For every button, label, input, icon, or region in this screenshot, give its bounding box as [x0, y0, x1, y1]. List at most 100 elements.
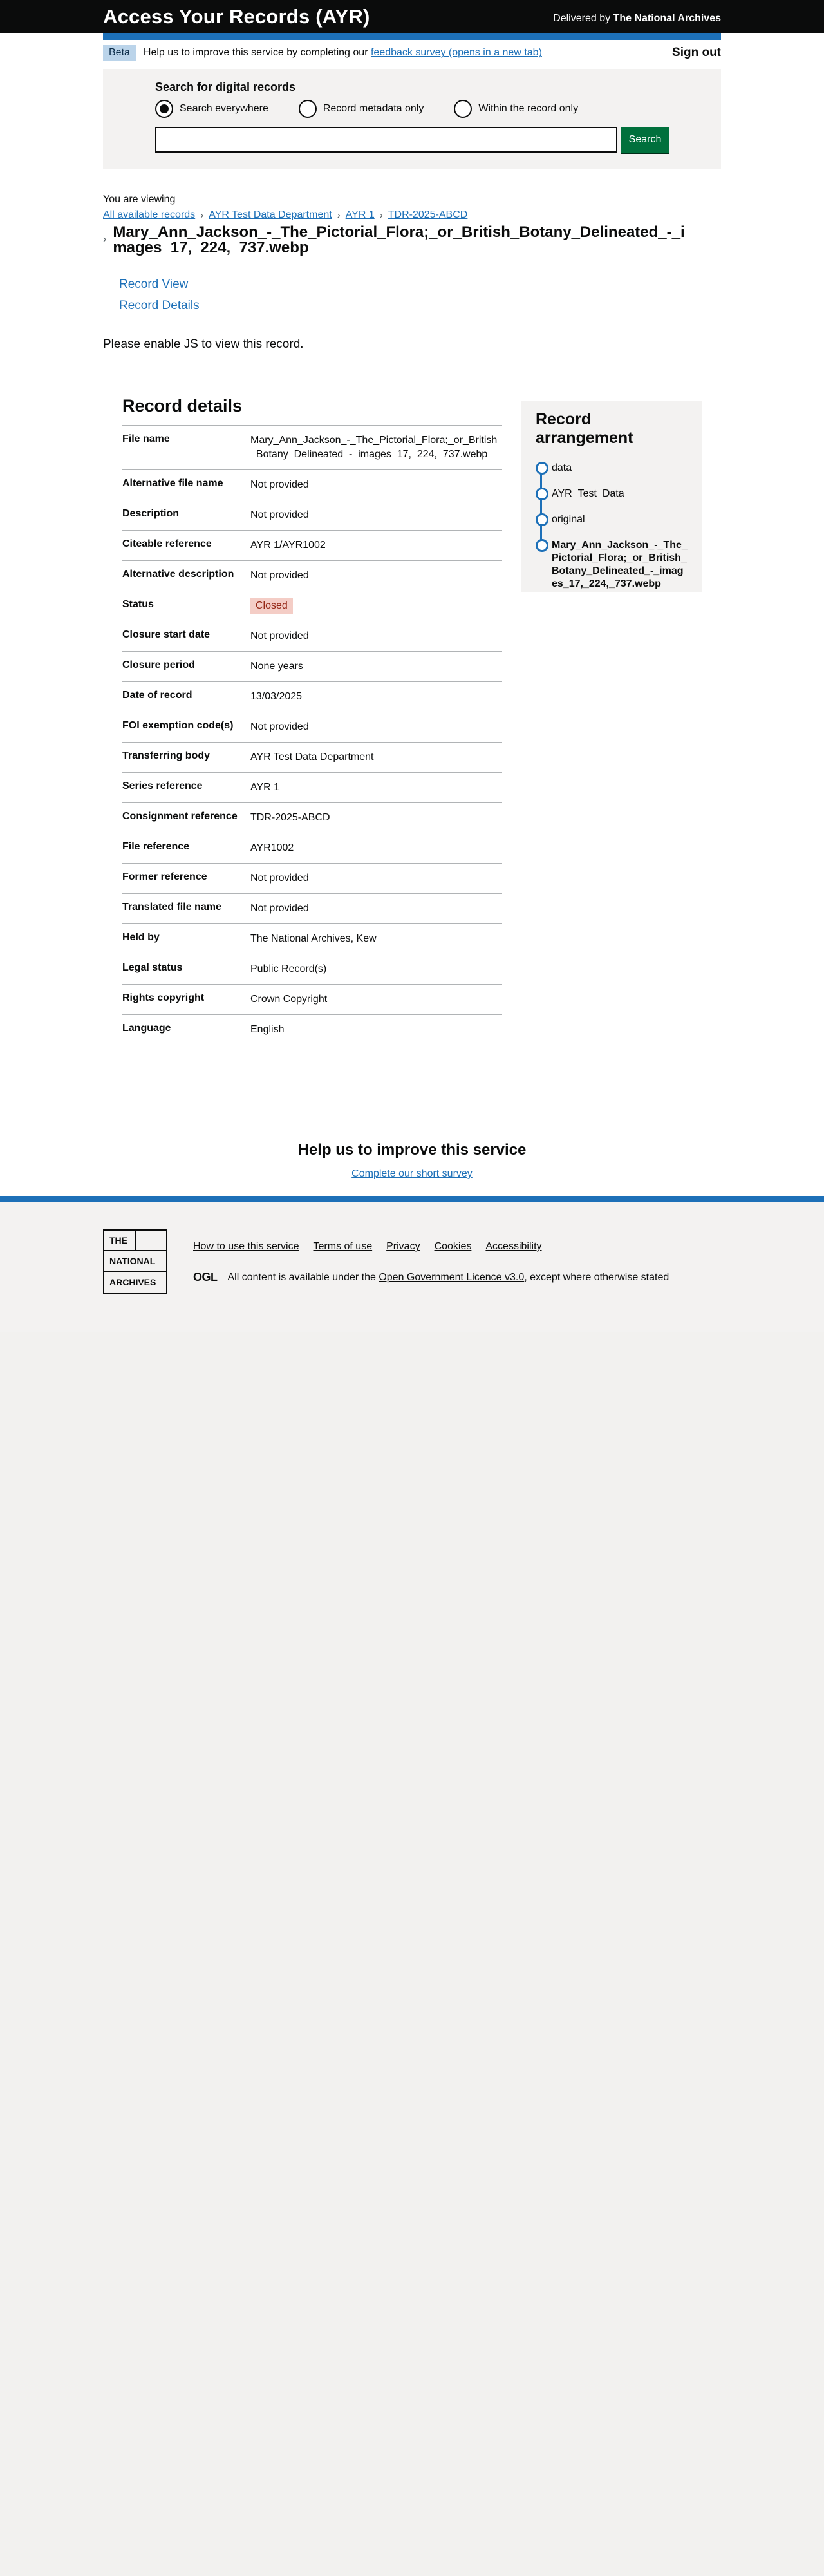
delivered-by-org: The National Archives — [613, 13, 721, 24]
details-row: File reference AYR1002 — [122, 833, 502, 863]
details-row-value: Not provided — [250, 721, 309, 732]
details-row-key: Former reference — [122, 871, 207, 882]
footer-links: How to use this service Terms of use Pri… — [193, 1241, 669, 1253]
footer-link-how-to-use[interactable]: How to use this service — [193, 1241, 299, 1253]
details-row-key: File name — [122, 433, 170, 444]
you-are-viewing: You are viewing — [103, 194, 176, 205]
chevron-right-icon: › — [200, 209, 204, 221]
details-row-key: File reference — [122, 841, 190, 852]
record-details-heading: Record details — [122, 396, 243, 415]
logo-box — [135, 1231, 166, 1251]
details-row: Closure period None years — [122, 651, 502, 681]
radio-unchecked-icon[interactable] — [298, 100, 317, 118]
details-row-key: Language — [122, 1023, 171, 1034]
details-row: Former reference Not provided — [122, 863, 502, 893]
search-label: Search for digital records — [155, 80, 296, 93]
record-details-link[interactable]: Record Details — [119, 299, 721, 313]
breadcrumb-series[interactable]: AYR 1 — [346, 209, 375, 221]
radio-label[interactable]: Within the record only — [478, 103, 578, 115]
tree-item: original — [536, 513, 688, 526]
service-title[interactable]: Access Your Records (AYR) — [103, 5, 370, 28]
details-row-key: Legal status — [122, 962, 183, 973]
record-details: Record details File name Mary_Ann_Jackson… — [122, 396, 502, 1045]
chevron-right-icon: › — [103, 234, 107, 245]
breadcrumb-consignment[interactable]: TDR-2025-ABCD — [388, 209, 468, 221]
radio-within-record-only[interactable]: Within the record only — [454, 100, 578, 118]
details-row: Citeable reference AYR 1/AYR1002 — [122, 530, 502, 560]
search-scope-radios: Search everywhere Record metadata only W… — [155, 100, 670, 118]
footer-link-terms[interactable]: Terms of use — [314, 1241, 373, 1253]
search-button[interactable]: Search — [621, 127, 670, 153]
record-arrangement-heading: Record arrangement — [536, 410, 633, 447]
details-row-value: TDR-2025-ABCD — [250, 812, 330, 823]
details-row: Description Not provided — [122, 500, 502, 530]
radio-checked-icon[interactable] — [155, 100, 173, 118]
arrangement-tree: data AYR_Test_Data original Mary_Ann_Jac… — [536, 462, 688, 591]
tree-node-icon — [536, 513, 548, 526]
page-title: Mary_Ann_Jackson_-_The_Pictorial_Flora;_… — [113, 223, 685, 256]
details-row-value: AYR 1 — [250, 782, 280, 793]
details-row: Date of record 13/03/2025 — [122, 681, 502, 712]
details-row-value: Not provided — [250, 509, 309, 520]
details-row-key: Translated file name — [122, 902, 221, 913]
licence-prefix: All content is available under the — [227, 1271, 376, 1283]
logo-text: ARCHIVES — [109, 1277, 156, 1287]
chevron-right-icon: › — [379, 209, 383, 221]
details-row-key: Held by — [122, 932, 160, 943]
radio-unchecked-icon[interactable] — [454, 100, 473, 118]
details-row: Alternative file name Not provided — [122, 469, 502, 500]
breadcrumb-all-records[interactable]: All available records — [103, 209, 195, 221]
details-row: Alternative description Not provided — [122, 560, 502, 591]
details-row-value: AYR1002 — [250, 842, 294, 853]
details-row-value: Not provided — [250, 630, 309, 641]
tna-logo[interactable]: THE NATIONAL ARCHIVES — [103, 1229, 167, 1294]
details-row-key: Series reference — [122, 781, 203, 791]
details-row-key: Closure start date — [122, 629, 211, 640]
details-row: Series reference AYR 1 — [122, 772, 502, 802]
survey-link[interactable]: Complete our short survey — [351, 1168, 473, 1180]
sign-out-link[interactable]: Sign out — [672, 46, 721, 60]
footer-link-accessibility[interactable]: Accessibility — [485, 1241, 541, 1253]
tree-line — [540, 466, 542, 544]
details-row-value: None years — [250, 661, 303, 672]
details-row-value: The National Archives, Kew — [250, 933, 377, 944]
search-input[interactable] — [155, 127, 617, 153]
licence-link[interactable]: Open Government Licence v3.0 — [379, 1272, 524, 1283]
header-accent-bar — [103, 33, 721, 40]
footer-link-privacy[interactable]: Privacy — [386, 1241, 420, 1253]
details-row-key: Closure period — [122, 659, 195, 670]
phase-text: Help us to improve this service by compl… — [143, 47, 368, 58]
radio-label[interactable]: Record metadata only — [323, 103, 424, 115]
site-header: Access Your Records (AYR) Delivered by T… — [0, 0, 824, 33]
tree-item-label: data — [552, 462, 572, 473]
feedback-survey-link[interactable]: feedback survey (opens in a new tab) — [371, 47, 542, 59]
breadcrumb-department[interactable]: AYR Test Data Department — [209, 209, 332, 221]
footer-link-cookies[interactable]: Cookies — [435, 1241, 472, 1253]
details-row-value: Mary_Ann_Jackson_-_The_Pictorial_Flora;_… — [250, 435, 498, 460]
details-row: Status Closed — [122, 591, 502, 621]
details-row-key: Transferring body — [122, 750, 211, 761]
details-row-value: AYR 1/AYR1002 — [250, 540, 326, 551]
details-row-key: Alternative file name — [122, 478, 223, 489]
details-row: Legal status Public Record(s) — [122, 954, 502, 984]
details-row-value: Not provided — [250, 903, 309, 914]
logo-text: NATIONAL — [104, 1251, 166, 1272]
record-view-link[interactable]: Record View — [119, 278, 721, 292]
licence: OGL All content is available under the O… — [193, 1271, 669, 1284]
details-row: Rights copyright Crown Copyright — [122, 984, 502, 1014]
details-row-value: Not provided — [250, 570, 309, 581]
radio-search-everywhere[interactable]: Search everywhere — [155, 100, 268, 118]
details-row-value: Not provided — [250, 873, 309, 884]
details-row: FOI exemption code(s) Not provided — [122, 712, 502, 742]
details-row-key: Status — [122, 599, 154, 610]
tree-node-icon — [536, 462, 548, 475]
radio-label[interactable]: Search everywhere — [180, 103, 268, 115]
search-panel: Search for digital records Search everyw… — [103, 69, 721, 169]
details-row-key: Citeable reference — [122, 538, 212, 549]
details-row-value: Public Record(s) — [250, 963, 327, 974]
radio-record-metadata-only[interactable]: Record metadata only — [298, 100, 424, 118]
survey-section: Help us to improve this service Complete… — [0, 1133, 824, 1196]
record-nav: Record View Record Details — [103, 278, 721, 313]
details-row-value: English — [250, 1024, 285, 1035]
tree-item-label: Mary_Ann_Jackson_-_The_Pictorial_Flora;_… — [552, 540, 688, 589]
